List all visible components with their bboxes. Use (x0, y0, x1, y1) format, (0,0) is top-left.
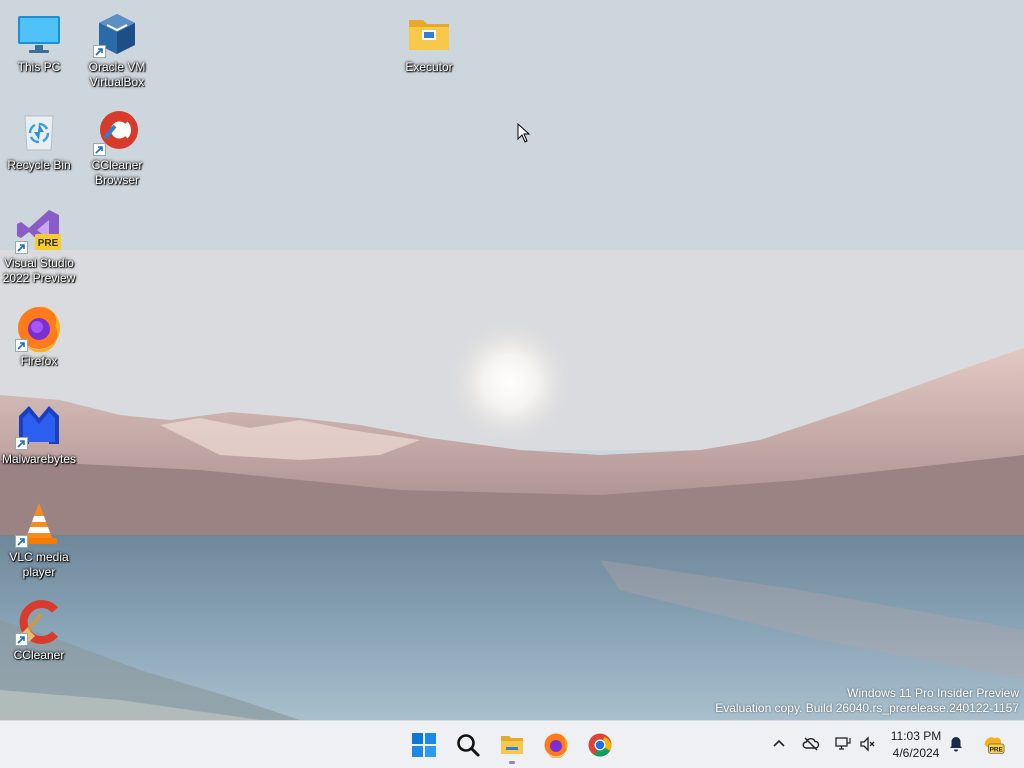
shortcut-arrow-icon (15, 437, 28, 450)
desktop-icon-label: VLC media player (9, 550, 69, 579)
build-watermark: Windows 11 Pro Insider Preview Evaluatio… (715, 686, 1019, 716)
desktop-icon-virtualbox[interactable]: Oracle VM VirtualBox (78, 4, 156, 90)
ccleaner-icon (15, 598, 63, 646)
ccleaner-browser-icon (93, 108, 141, 156)
recycle-bin-icon (15, 108, 63, 156)
chrome-taskbar-button[interactable] (580, 725, 620, 765)
desktop-icon-label: Oracle VM VirtualBox (88, 60, 146, 89)
monitor-icon (15, 10, 63, 58)
desktop-icon-label: Executor (405, 60, 453, 74)
shortcut-arrow-icon (15, 633, 28, 646)
start-button[interactable] (404, 725, 444, 765)
windows-start-icon (412, 733, 436, 757)
mouse-cursor-icon (517, 123, 531, 143)
desktop-icon-label: Recycle Bin (7, 158, 71, 172)
file-explorer-button[interactable] (492, 725, 532, 765)
notification-bell-icon (950, 737, 962, 752)
taskbar-clock[interactable]: 11:03 PM 4/6/2024 (880, 728, 952, 762)
shortcut-arrow-icon (15, 339, 28, 352)
shortcut-arrow-icon (15, 535, 28, 548)
desktop-icon-label: Malwarebytes (1, 452, 77, 466)
file-explorer-icon (501, 736, 523, 754)
desktop-icon-vlc[interactable]: VLC media player (0, 494, 78, 580)
malwarebytes-icon (15, 402, 63, 450)
network-tray-icon[interactable] (831, 733, 853, 755)
clock-date: 4/6/2024 (892, 746, 940, 760)
desktop-icon-label: This PC (17, 60, 61, 74)
vlc-icon (15, 500, 63, 548)
taskbar: 11:03 PM 4/6/2024 PRE (0, 720, 1024, 768)
copilot-pre-badge: PRE (990, 746, 1004, 753)
desktop-icon-label: Visual Studio 2022 Preview (2, 256, 76, 285)
desktop-icon-malwarebytes[interactable]: Malwarebytes (0, 396, 78, 467)
desktop[interactable]: This PC Oracle VM VirtualBox Executor Re… (0, 0, 1024, 720)
network-icon (835, 737, 851, 750)
onedrive-offline-icon (802, 737, 820, 751)
volume-tray-icon[interactable] (857, 733, 879, 755)
watermark-line-1: Windows 11 Pro Insider Preview (847, 686, 1019, 700)
folder-icon (405, 10, 453, 58)
virtualbox-icon (93, 10, 141, 58)
volume-muted-icon (860, 736, 875, 752)
clock-time: 11:03 PM (890, 729, 942, 743)
copilot-pre-icon: PRE (984, 737, 1005, 754)
shortcut-arrow-icon (93, 143, 106, 156)
firefox-icon (544, 733, 568, 758)
firefox-taskbar-button[interactable] (536, 725, 576, 765)
desktop-icon-visual-studio[interactable]: PRE Visual Studio 2022 Preview (0, 200, 78, 286)
desktop-icon-label: Firefox (20, 354, 58, 368)
desktop-icon-label: CCleaner Browser (91, 158, 143, 187)
desktop-icon-executor[interactable]: Executor (390, 4, 468, 75)
active-indicator (509, 761, 515, 764)
shortcut-arrow-icon (15, 241, 28, 254)
desktop-icon-label: CCleaner (13, 648, 65, 662)
chevron-up-icon (773, 739, 785, 747)
desktop-icon-ccleaner-browser[interactable]: CCleaner Browser (78, 102, 156, 188)
desktop-icon-this-pc[interactable]: This PC (0, 4, 78, 75)
firefox-icon (15, 304, 63, 352)
shortcut-arrow-icon (93, 45, 106, 58)
chrome-icon (588, 733, 612, 757)
notifications-button[interactable] (945, 733, 967, 755)
watermark-line-2: Evaluation copy. Build 26040.rs_prerelea… (715, 701, 1019, 715)
desktop-icon-ccleaner[interactable]: CCleaner (0, 592, 78, 663)
visual-studio-icon: PRE (15, 206, 63, 254)
search-button[interactable] (448, 725, 488, 765)
copilot-button[interactable]: PRE (980, 733, 1006, 755)
desktop-icon-recycle-bin[interactable]: Recycle Bin (0, 102, 78, 173)
onedrive-tray-icon[interactable] (800, 733, 822, 755)
desktop-icon-firefox[interactable]: Firefox (0, 298, 78, 369)
search-icon (457, 734, 480, 757)
show-hidden-icons-button[interactable] (768, 733, 790, 755)
pre-badge: PRE (38, 238, 59, 249)
